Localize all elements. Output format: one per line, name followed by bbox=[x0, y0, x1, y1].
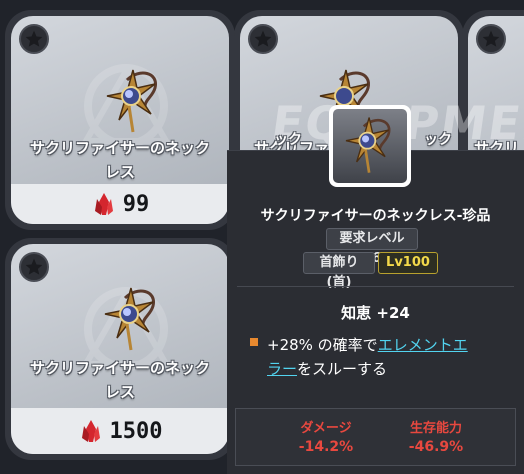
card-price-bar: 1500 bbox=[11, 408, 229, 454]
red-gem-icon bbox=[94, 193, 113, 215]
item-card-sacrificer-1500[interactable]: サクリファイサーのネック レス 1500 bbox=[5, 238, 235, 460]
item-card-sacrificer-99[interactable]: サクリファイサーのネック レス 99 bbox=[5, 10, 235, 230]
red-gem-icon bbox=[81, 420, 100, 442]
favorite-star-slot[interactable] bbox=[248, 24, 278, 54]
necklace-icon bbox=[345, 117, 391, 173]
item-name: サクリファイサーのネック レス bbox=[29, 359, 210, 401]
star-icon bbox=[254, 30, 272, 47]
tooltip-item-title: サクリファイサーのネックレス-珍品 bbox=[260, 208, 491, 224]
item-name: サクリファイサーのネック レス bbox=[29, 139, 210, 181]
keyword-link[interactable]: ラー bbox=[267, 360, 297, 378]
damage-value: -14.2% bbox=[298, 439, 354, 455]
item-name-fragment: ック bbox=[424, 132, 452, 148]
effect-description: +28% の確率でエレメントエ ラーをスルーする bbox=[267, 333, 512, 381]
star-icon bbox=[25, 30, 43, 47]
star-icon bbox=[25, 258, 43, 275]
necklace-icon bbox=[104, 287, 155, 351]
item-name-fragment: ック bbox=[274, 132, 302, 148]
star-icon bbox=[482, 30, 500, 47]
required-level-badge: 要求レベル86 bbox=[326, 228, 418, 266]
equipment-screen: サクリファイサーのネック レス 99 サクリファ サクリ サクリファイサーのネッ… bbox=[0, 0, 524, 474]
divider bbox=[237, 286, 514, 287]
card-price-bar: 99 bbox=[11, 184, 229, 224]
tooltip-item-icon bbox=[329, 105, 411, 187]
cost-value: 1500 bbox=[109, 418, 163, 444]
necklace-icon bbox=[106, 69, 157, 133]
keyword-link[interactable]: エレメントエ bbox=[378, 336, 468, 354]
stat-wisdom: 知恵 +24 bbox=[341, 304, 410, 322]
survival-label: 生存能力 bbox=[409, 421, 462, 436]
bullet-icon bbox=[250, 338, 258, 346]
slot-type-badge: 首飾り(首) bbox=[303, 252, 375, 290]
effect-text: をスルーする bbox=[297, 360, 388, 378]
damage-label: ダメージ bbox=[300, 421, 352, 436]
cost-value: 99 bbox=[122, 191, 150, 217]
favorite-star-slot[interactable] bbox=[19, 24, 49, 54]
effect-text: +28% の確率で bbox=[267, 336, 378, 354]
item-level-badge: Lv100 bbox=[378, 252, 438, 274]
stat-comparison-box: ダメージ -14.2% 生存能力 -46.9% bbox=[235, 408, 516, 466]
favorite-star-slot[interactable] bbox=[476, 24, 506, 54]
survival-value: -46.9% bbox=[408, 439, 464, 455]
favorite-star-slot[interactable] bbox=[19, 252, 49, 282]
